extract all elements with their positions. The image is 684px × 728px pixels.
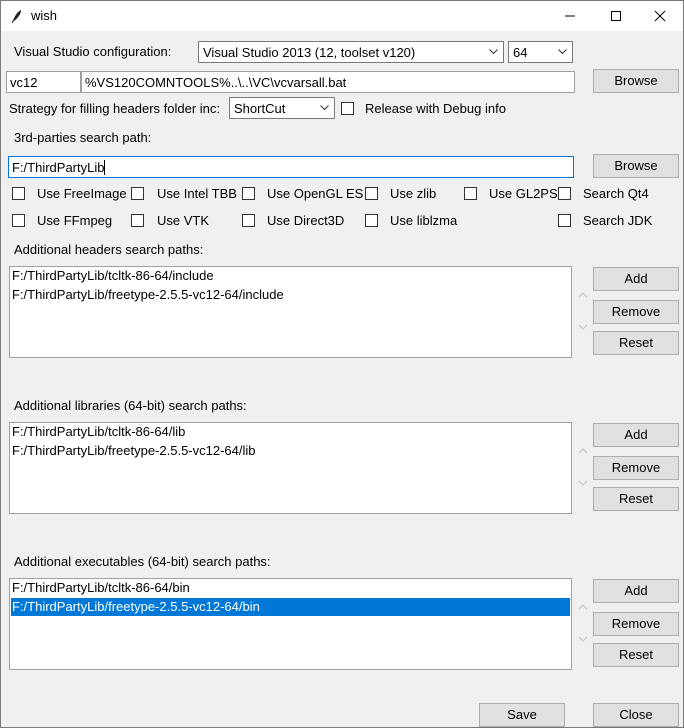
use-intel-tbb-label: Use Intel TBB [157,186,237,201]
text-caret [104,160,106,175]
chevron-down-icon [489,49,498,55]
executables-add-button[interactable]: Add [593,579,679,603]
release-debug-checkbox[interactable] [341,102,354,115]
close-button[interactable]: Close [593,703,679,727]
window-title: wish [31,8,58,23]
save-button[interactable]: Save [479,703,565,727]
use-direct3d-label: Use Direct3D [267,213,345,228]
arch-value: 64 [513,45,528,60]
list-item[interactable]: F:/ThirdPartyLib/tcltk-86-64/include [11,267,570,285]
search-qt4-checkbox[interactable] [558,187,571,200]
libraries-remove-button[interactable]: Remove [593,456,679,480]
feather-icon [11,10,21,23]
search-qt4-label: Search Qt4 [583,186,649,201]
third-party-path-input[interactable]: F:/ThirdPartyLib [8,156,574,178]
chevron-down-icon [320,105,329,111]
use-ffmpeg-checkbox[interactable] [12,214,25,227]
scroll-down-icon[interactable] [578,635,588,643]
vc-version-value: vc12 [10,75,38,90]
maximize-button[interactable] [593,1,639,31]
use-freeimage-checkbox[interactable] [12,187,25,200]
release-debug-label: Release with Debug info [365,101,506,116]
title-bar: wish [1,1,683,31]
vcvars-path-value: %VS120COMNTOOLS%..\..\VC\vcvarsall.bat [85,75,347,90]
use-direct3d-checkbox[interactable] [242,214,255,227]
chevron-down-icon [558,49,567,55]
list-item[interactable]: F:/ThirdPartyLib/tcltk-86-64/bin [11,579,570,597]
close-icon [654,10,666,22]
vc-version-input[interactable]: vc12 [6,71,81,93]
use-zlib-checkbox[interactable] [365,187,378,200]
libraries-section-label: Additional libraries (64-bit) search pat… [14,398,247,413]
use-liblzma-label: Use liblzma [390,213,458,228]
use-vtk-checkbox[interactable] [131,214,144,227]
headers-reset-button[interactable]: Reset [593,331,679,355]
libraries-list[interactable]: F:/ThirdPartyLib/tcltk-86-64/lib F:/Thir… [9,422,572,514]
use-liblzma-checkbox[interactable] [365,214,378,227]
search-jdk-label: Search JDK [583,213,653,228]
headers-add-button[interactable]: Add [593,267,679,291]
use-gl2ps-label: Use GL2PS [489,186,558,201]
use-opengl-es-label: Use OpenGL ES [267,186,364,201]
strategy-label: Strategy for filling headers folder inc: [9,101,220,116]
vs-config-value: Visual Studio 2013 (12, toolset v120) [203,45,416,60]
third-party-path-text: F:/ThirdPartyLib [12,160,106,175]
use-zlib-label: Use zlib [390,186,437,201]
minimize-button[interactable] [547,1,593,31]
list-item[interactable]: F:/ThirdPartyLib/freetype-2.5.5-vc12-64/… [11,286,570,304]
close-window-button[interactable] [637,1,683,31]
scroll-up-icon[interactable] [578,447,588,455]
vcvars-path-input[interactable]: %VS120COMNTOOLS%..\..\VC\vcvarsall.bat [81,71,575,93]
use-intel-tbb-checkbox[interactable] [131,187,144,200]
strategy-value: ShortCut [234,101,286,116]
list-item[interactable]: F:/ThirdPartyLib/freetype-2.5.5-vc12-64/… [11,442,570,460]
executables-list[interactable]: F:/ThirdPartyLib/tcltk-86-64/bin F:/Thir… [9,578,572,670]
scroll-down-icon[interactable] [578,479,588,487]
executables-reset-button[interactable]: Reset [593,643,679,667]
minimize-icon [565,15,575,17]
strategy-select[interactable]: ShortCut [229,97,335,119]
third-party-path-value: F:/ThirdPartyLib [12,160,105,175]
use-vtk-label: Use VTK [157,213,210,228]
third-party-label: 3rd-parties search path: [14,130,152,145]
third-party-browse-button[interactable]: Browse [593,154,679,178]
scroll-down-icon[interactable] [578,323,588,331]
use-ffmpeg-label: Use FFmpeg [37,213,113,228]
main-window: wish Visual Studio configuration: Visual… [0,0,684,728]
list-item-selected[interactable]: F:/ThirdPartyLib/freetype-2.5.5-vc12-64/… [11,598,570,616]
use-opengl-es-checkbox[interactable] [242,187,255,200]
headers-list[interactable]: F:/ThirdPartyLib/tcltk-86-64/include F:/… [9,266,572,358]
use-gl2ps-checkbox[interactable] [464,187,477,200]
scroll-up-icon[interactable] [578,291,588,299]
maximize-icon [611,11,621,21]
vs-config-select[interactable]: Visual Studio 2013 (12, toolset v120) [198,41,504,63]
use-freeimage-label: Use FreeImage [37,186,127,201]
executables-section-label: Additional executables (64-bit) search p… [14,554,271,569]
arch-select[interactable]: 64 [508,41,573,63]
search-jdk-checkbox[interactable] [558,214,571,227]
vs-config-label: Visual Studio configuration: [14,44,172,59]
vcvars-browse-button[interactable]: Browse [593,69,679,93]
headers-section-label: Additional headers search paths: [14,242,204,257]
list-item[interactable]: F:/ThirdPartyLib/tcltk-86-64/lib [11,423,570,441]
libraries-reset-button[interactable]: Reset [593,487,679,511]
libraries-add-button[interactable]: Add [593,423,679,447]
headers-remove-button[interactable]: Remove [593,300,679,324]
executables-remove-button[interactable]: Remove [593,612,679,636]
scroll-up-icon[interactable] [578,603,588,611]
